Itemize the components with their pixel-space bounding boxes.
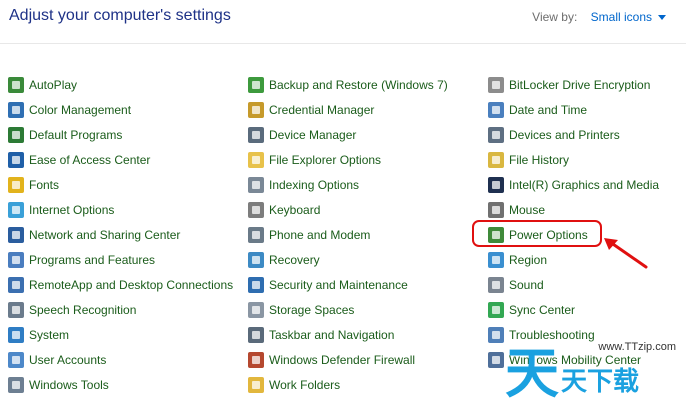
credential-icon [248,101,264,118]
power-options-highlight [472,220,602,247]
control-panel-item[interactable]: BitLocker Drive Encryption [488,72,659,97]
default-programs-icon [8,126,24,143]
user-accounts-icon [8,351,24,368]
control-panel-item[interactable]: Recovery [248,247,448,272]
column-1: AutoPlay Color Management Default Progra… [8,72,233,397]
control-panel-item[interactable]: Taskbar and Navigation [248,322,448,347]
keyboard-icon [248,201,264,218]
view-by-dropdown[interactable]: Small icons [591,10,652,24]
page-title: Adjust your computer's settings [9,7,231,24]
control-panel-item[interactable]: Backup and Restore (Windows 7) [248,72,448,97]
indexing-icon [248,176,264,193]
control-panel-item[interactable]: Device Manager [248,122,448,147]
control-panel-item[interactable]: Network and Sharing Center [8,222,233,247]
control-panel-item[interactable]: Indexing Options [248,172,448,197]
control-panel-item[interactable]: Fonts [8,172,233,197]
bitlocker-icon [488,76,504,93]
red-arrow-icon [604,238,648,269]
device-manager-icon [248,126,264,143]
watermark-chars: 天 天下载 [505,347,639,401]
chevron-down-icon[interactable] [658,15,666,21]
control-panel-item[interactable]: Mouse [488,197,659,222]
control-panel-item[interactable]: Programs and Features [8,247,233,272]
header: Adjust your computer's settings View by:… [0,0,686,42]
control-panel-item[interactable]: Work Folders [248,372,448,397]
control-panel-item[interactable]: Windows Tools [8,372,233,397]
internet-options-icon [8,201,24,218]
control-panel-item[interactable]: Color Management [8,97,233,122]
control-panel-item[interactable]: AutoPlay [8,72,233,97]
control-panel-item[interactable]: Speech Recognition [8,297,233,322]
control-panel-item[interactable]: Sync Center [488,297,659,322]
header-divider [0,43,686,44]
control-panel-item[interactable]: Ease of Access Center [8,147,233,172]
folder-icon [248,151,264,168]
sync-icon [488,301,504,318]
control-panel-item[interactable]: System [8,322,233,347]
control-panel-item[interactable]: Sound [488,272,659,297]
windows-tools-icon [8,376,24,393]
watermark-small-chars: 天下载 [561,367,640,397]
control-panel-item[interactable]: Devices and Printers [488,122,659,147]
microphone-icon [8,301,24,318]
mobility-icon [488,351,504,368]
phone-modem-icon [248,226,264,243]
backup-icon [248,76,264,93]
view-by-label: View by: [532,10,578,24]
control-panel-item[interactable]: Security and Maintenance [248,272,448,297]
printer-icon [488,126,504,143]
remoteapp-icon [8,276,24,293]
speaker-icon [488,276,504,293]
clock-icon [488,101,504,118]
control-panel-item[interactable]: Credential Manager [248,97,448,122]
watermark: www.TTzip.com 天 天下载 [505,334,686,401]
control-panel-item[interactable]: Keyboard [248,197,448,222]
taskbar-icon [248,326,264,343]
control-panel-item[interactable]: Intel(R) Graphics and Media [488,172,659,197]
mouse-icon [488,201,504,218]
file-history-icon [488,151,504,168]
programs-icon [8,251,24,268]
watermark-big-char: 天 [505,342,559,405]
intel-graphics-icon [488,176,504,193]
autoplay-icon [8,76,24,93]
control-panel-item[interactable]: Default Programs [8,122,233,147]
troubleshooting-icon [488,326,504,343]
system-icon [8,326,24,343]
color-management-icon [8,101,24,118]
fonts-icon [8,176,24,193]
control-panel-item[interactable]: Storage Spaces [248,297,448,322]
control-panel-item[interactable]: File Explorer Options [248,147,448,172]
control-panel-item[interactable]: Date and Time [488,97,659,122]
storage-icon [248,301,264,318]
globe-icon [488,251,504,268]
network-icon [8,226,24,243]
flag-icon [248,276,264,293]
firewall-icon [248,351,264,368]
control-panel-item[interactable]: Internet Options [8,197,233,222]
recovery-icon [248,251,264,268]
control-panel-item[interactable]: User Accounts [8,347,233,372]
control-panel-item[interactable]: Windows Defender Firewall [248,347,448,372]
control-panel-item[interactable]: File History [488,147,659,172]
control-panel-item[interactable]: Phone and Modem [248,222,448,247]
view-by: View by: Small icons [532,10,666,24]
control-panel-item[interactable]: RemoteApp and Desktop Connections [8,272,233,297]
work-folders-icon [248,376,264,393]
ease-of-access-icon [8,151,24,168]
column-2: Backup and Restore (Windows 7) Credentia… [248,72,448,397]
